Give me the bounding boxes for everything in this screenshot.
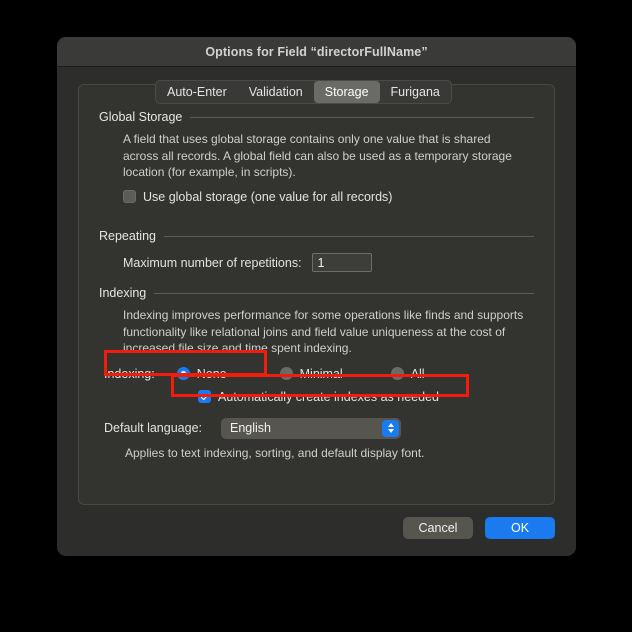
window-title: Options for Field “directorFullName” (205, 44, 428, 59)
default-language-row: Default language: English (79, 417, 554, 439)
indexing-option-all[interactable]: All (390, 366, 425, 381)
indexing-option-minimal-label: Minimal (299, 366, 343, 381)
indexing-option-none-label: None (196, 366, 227, 381)
global-storage-divider (190, 116, 534, 118)
use-global-storage-row[interactable]: Use global storage (one value for all re… (79, 190, 554, 204)
default-language-note: Applies to text indexing, sorting, and d… (125, 445, 425, 460)
ok-button[interactable]: OK (485, 517, 555, 539)
use-global-storage-label: Use global storage (one value for all re… (143, 189, 393, 204)
tab-auto-enter-label: Auto-Enter (167, 85, 227, 99)
indexing-radio-group: None Minimal All (176, 366, 425, 381)
cancel-button[interactable]: Cancel (403, 517, 473, 539)
tab-bar: Auto-Enter Validation Storage Furigana (155, 80, 452, 104)
indexing-option-minimal[interactable]: Minimal (279, 366, 343, 381)
indexing-option-all-label: All (410, 366, 425, 381)
tab-validation-label: Validation (248, 85, 303, 99)
default-language-value: English (230, 421, 271, 435)
indexing-title: Indexing (99, 286, 147, 300)
tab-furigana[interactable]: Furigana (380, 81, 451, 103)
tab-furigana-label: Furigana (390, 85, 440, 99)
repeating-section: Repeating Maximum number of repetitions: (79, 229, 554, 272)
max-repetitions-label: Maximum number of repetitions: (123, 255, 302, 270)
indexing-description: Indexing improves performance for some o… (123, 308, 524, 355)
tab-auto-enter[interactable]: Auto-Enter (156, 81, 238, 103)
tab-validation[interactable]: Validation (238, 81, 314, 103)
default-language-label: Default language: (104, 421, 202, 435)
chevron-updown-icon[interactable] (382, 419, 399, 437)
indexing-option-none[interactable]: None (176, 366, 227, 381)
window-titlebar: Options for Field “directorFullName” (57, 37, 576, 67)
dialog-footer: Cancel OK (403, 517, 555, 539)
tab-storage-label: Storage (324, 85, 369, 99)
radio-minimal-icon[interactable] (279, 367, 293, 380)
storage-settings-panel: Global Storage A field that uses global … (78, 84, 555, 505)
indexing-header: Indexing (79, 286, 554, 300)
global-storage-section: Global Storage A field that uses global … (79, 110, 554, 204)
indexing-divider (154, 292, 534, 294)
auto-create-indexes-checkbox[interactable] (198, 390, 211, 403)
global-storage-description: A field that uses global storage contain… (123, 132, 512, 179)
radio-all-icon[interactable] (390, 367, 404, 380)
max-repetitions-input[interactable] (311, 253, 372, 272)
indexing-section: Indexing Indexing improves performance f… (79, 286, 554, 461)
indexing-options-label: Indexing: (104, 366, 155, 381)
repeating-header: Repeating (79, 229, 554, 243)
options-dialog-window: Options for Field “directorFullName” Aut… (57, 37, 576, 556)
auto-create-indexes-label: Automatically create indexes as needed (218, 389, 439, 404)
global-storage-title: Global Storage (99, 110, 183, 124)
radio-none-icon[interactable] (176, 367, 190, 380)
use-global-storage-checkbox[interactable] (123, 190, 136, 203)
max-repetitions-row: Maximum number of repetitions: (79, 253, 554, 272)
auto-create-indexes-row[interactable]: Automatically create indexes as needed (79, 390, 554, 404)
repeating-title: Repeating (99, 229, 156, 243)
indexing-options-row: Indexing: None Minimal All (79, 367, 554, 381)
tab-storage[interactable]: Storage (313, 81, 380, 103)
repeating-divider (164, 235, 534, 237)
global-storage-header: Global Storage (79, 110, 554, 124)
default-language-select[interactable]: English (221, 417, 401, 439)
